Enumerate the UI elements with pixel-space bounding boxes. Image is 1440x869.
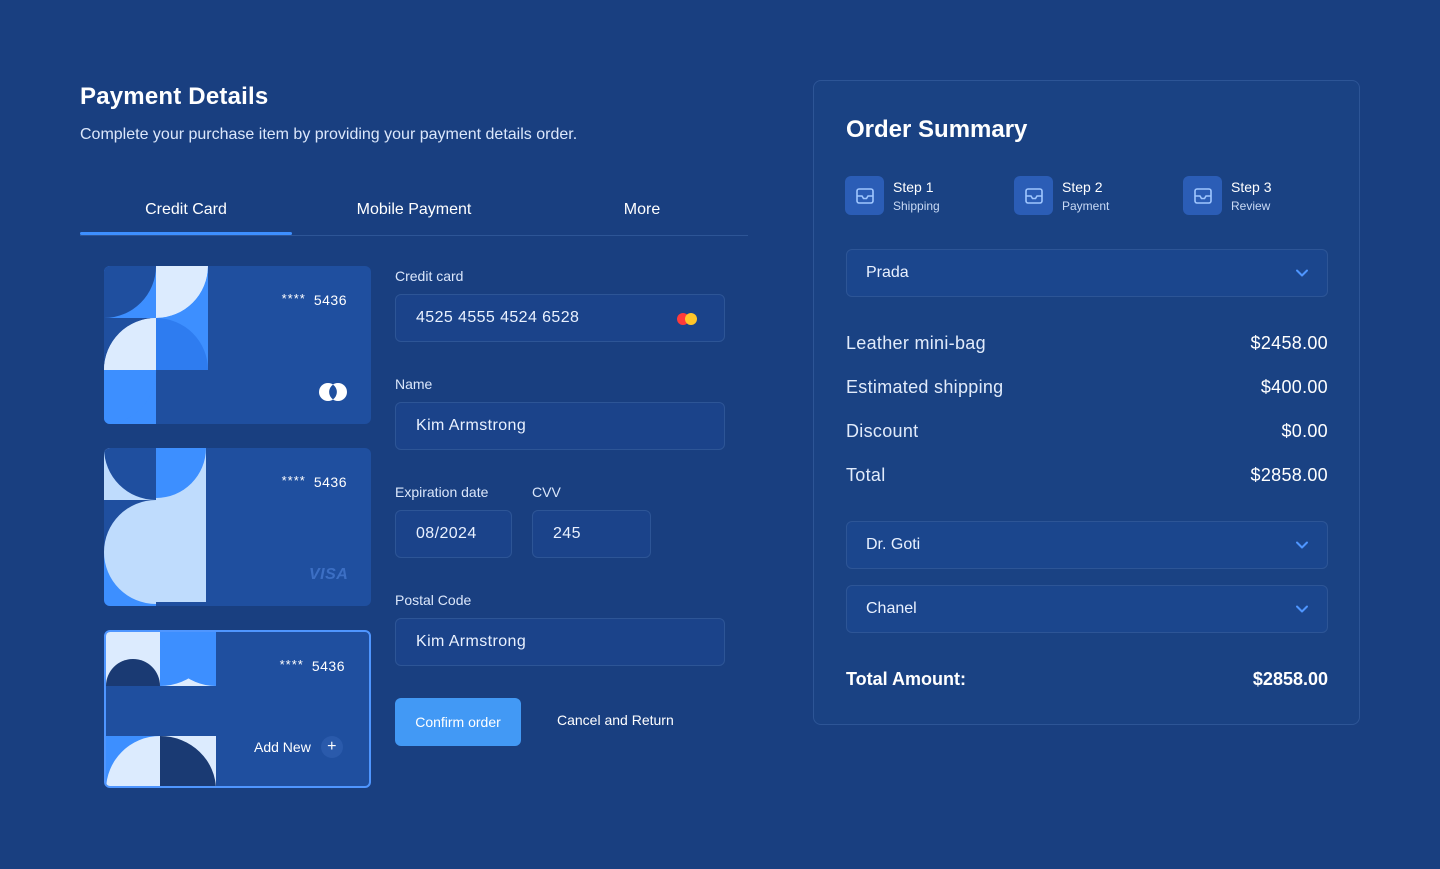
- name-field[interactable]: [395, 402, 725, 450]
- name-input[interactable]: [416, 417, 724, 435]
- step-2[interactable]: Step 2 Payment: [1014, 176, 1109, 215]
- tab-mobile-payment[interactable]: Mobile Payment: [304, 186, 524, 234]
- card-art: [106, 632, 216, 786]
- plus-icon: +: [320, 736, 343, 758]
- add-new-label: Add New: [254, 739, 311, 755]
- inbox-icon: [1014, 176, 1053, 215]
- add-new-card[interactable]: **** 5436 Add New +: [104, 630, 371, 788]
- chevron-down-icon: [1296, 269, 1308, 277]
- brand-select-2-value: Dr. Goti: [866, 536, 921, 553]
- step-3[interactable]: Step 3 Review: [1183, 176, 1271, 215]
- brand-select-3-value: Chanel: [866, 600, 917, 617]
- brand-select-1[interactable]: Prada: [846, 249, 1328, 297]
- credit-card-field[interactable]: [395, 294, 725, 342]
- summary-row-item: Leather mini-bag $2458.00: [846, 333, 1328, 353]
- visa-logo: VISA: [309, 566, 349, 583]
- card-number-masked: **** 5436: [281, 290, 347, 309]
- saved-card-1[interactable]: **** 5436: [104, 266, 371, 424]
- name-label: Name: [395, 376, 433, 392]
- step-1[interactable]: Step 1 Shipping: [845, 176, 940, 215]
- inbox-icon: [1183, 176, 1222, 215]
- cvv-input[interactable]: [553, 525, 650, 543]
- brand-select-3[interactable]: Chanel: [846, 585, 1328, 633]
- total-amount-label: Total Amount:: [846, 669, 966, 689]
- step-1-subtitle: Shipping: [893, 198, 940, 213]
- order-summary-panel: Order Summary Step 1 Shipping Step 2 Pay…: [813, 80, 1360, 725]
- step-1-title: Step 1: [893, 178, 934, 195]
- tab-more[interactable]: More: [536, 186, 748, 234]
- chevron-down-icon: [1296, 541, 1308, 549]
- active-tab-indicator: [80, 232, 292, 235]
- postal-code-label: Postal Code: [395, 592, 472, 608]
- credit-card-label: Credit card: [395, 268, 464, 284]
- mastercard-icon: [319, 383, 347, 401]
- total-amount-row: Total Amount: $2858.00: [846, 669, 1328, 690]
- saved-card-2[interactable]: **** 5436 VISA: [104, 448, 371, 606]
- mastercard-icon: [677, 313, 697, 325]
- cancel-return-button[interactable]: Cancel and Return: [557, 712, 674, 728]
- step-3-subtitle: Review: [1231, 198, 1271, 213]
- expiration-input[interactable]: [416, 525, 511, 543]
- summary-row-total: Total $2858.00: [846, 465, 1328, 485]
- card-number-masked: **** 5436: [279, 656, 345, 675]
- expiration-field[interactable]: [395, 510, 512, 558]
- page-subtitle: Complete your purchase item by providing…: [80, 126, 578, 143]
- step-3-title: Step 3: [1231, 178, 1272, 195]
- cvv-label: CVV: [532, 484, 561, 500]
- step-2-subtitle: Payment: [1062, 198, 1110, 213]
- expiration-label: Expiration date: [395, 484, 489, 500]
- summary-row-shipping: Estimated shipping $400.00: [846, 377, 1328, 397]
- order-summary-title: Order Summary: [846, 116, 1028, 143]
- postal-code-field[interactable]: [395, 618, 725, 666]
- tab-credit-card[interactable]: Credit Card: [80, 186, 292, 234]
- confirm-order-button[interactable]: Confirm order: [395, 698, 521, 746]
- chevron-down-icon: [1296, 605, 1308, 613]
- postal-code-input[interactable]: [416, 633, 724, 651]
- page-title: Payment Details: [80, 83, 269, 110]
- step-2-title: Step 2: [1062, 178, 1103, 195]
- inbox-icon: [845, 176, 884, 215]
- brand-select-2[interactable]: Dr. Goti: [846, 521, 1328, 569]
- payment-tabs: Credit Card Mobile Payment More: [80, 186, 748, 236]
- brand-select-1-value: Prada: [866, 264, 909, 281]
- cvv-field[interactable]: [532, 510, 651, 558]
- card-number-masked: **** 5436: [281, 472, 347, 491]
- total-amount-value: $2858.00: [1252, 669, 1328, 689]
- add-new-button[interactable]: Add New +: [254, 736, 343, 758]
- summary-row-discount: Discount $0.00: [846, 421, 1328, 441]
